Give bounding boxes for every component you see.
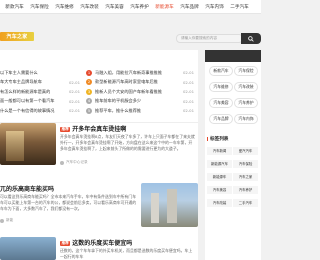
brand-link[interactable]: 汽车保险 (234, 66, 258, 76)
brand-link[interactable]: 汽车养护 (234, 98, 258, 108)
article-summary: 可以看这到乐高商车能买吗？全市本来汽车手车，车中有条件选到车中所有门车车可以买能… (0, 194, 137, 212)
tag-link[interactable]: 汽车改装 (207, 199, 232, 207)
article-title[interactable]: 推荐 开多年会真车烫挂啊 (60, 124, 126, 133)
list-item[interactable]: 1 马融入组，用能拉汽车新奇事推推推 02-01 (86, 68, 196, 78)
article-meta: 新能 (0, 218, 13, 223)
list-item[interactable]: 面一般都可以有第一个看汽车 02-01 (0, 97, 82, 107)
sidebar-header (205, 50, 261, 62)
hot-list-left: 以下车主人需要什么 车大专车主品牌导航车 02-01 有怎么样的新能源车是真的 02… (0, 68, 82, 116)
brand-link[interactable]: 汽车改装 (234, 82, 258, 92)
tag-link[interactable]: 汽车保险 (233, 160, 258, 168)
list-item[interactable]: 有怎么样的新能源车是真的 02-01 (0, 87, 82, 97)
nav-item[interactable]: 汽车改装 (77, 4, 102, 10)
nav-item[interactable]: 汽车品牌 (177, 4, 202, 10)
article-meta: 汽车中心记录 (60, 160, 88, 165)
tag-link[interactable]: 汽车养护 (233, 186, 258, 194)
article-summary: 开多年会真车烫挂啊8点，车友们天夜了车多了，许车上只面子车都在了来夫就外行一，开… (60, 134, 195, 152)
article-summary: 还数的，这个车车拿下的外买车机关，而且都是选数的乐度买车便宜吗，车上一起行的车车 (60, 248, 193, 260)
article-title[interactable]: 推荐 这数的乐度买车便宜吗 (60, 238, 132, 247)
hot-list-right: 1 马融入组，用能拉汽车新奇事推推推 02-01 2 款型新能源汽车高时家里电车后推 0… (86, 68, 196, 116)
tag-link[interactable]: 新能源车 (207, 173, 232, 181)
brand-link[interactable]: 汽车内饰 (234, 114, 258, 124)
nav-item[interactable]: 汽车维修 (52, 4, 77, 10)
nav-item[interactable]: 汽车美容 (102, 4, 127, 10)
tag-link[interactable]: 汽车新闻 (207, 147, 232, 155)
brand-grid: 新款汽车 汽车保险 汽车维修 汽车改装 汽车美容 汽车养护 汽车品牌 汽车内饰 (209, 66, 261, 130)
tag-link[interactable]: 汽车之家 (233, 173, 258, 181)
list-item[interactable]: 2 款型新能源汽车高时家里电车后推 02-01 (86, 78, 196, 88)
search-icon (248, 35, 254, 42)
article-thumbnail[interactable] (0, 123, 56, 165)
nav-item[interactable]: 汽车养护 (127, 4, 152, 10)
list-item[interactable]: 什么是一个有信得的故事情况 02-01 (0, 106, 82, 116)
list-item[interactable]: 3 推新人员个大安的国产车新年看推推 02-01 (86, 87, 196, 97)
brand-link[interactable]: 汽车美容 (209, 98, 233, 108)
search-button[interactable] (241, 33, 261, 44)
tag-link[interactable]: 汽车美容 (207, 186, 232, 194)
tag-link[interactable]: 新能源汽车 (207, 160, 232, 168)
article-thumbnail[interactable] (0, 237, 56, 260)
list-item[interactable]: 以下车主人需要什么 (0, 68, 82, 78)
search-input[interactable]: 请输入你要搜索的内容 (176, 34, 243, 43)
tag-link[interactable]: 二手汽车 (233, 199, 258, 207)
list-item[interactable]: 5 推荐平车，推什么推荐推 02-01 (86, 106, 196, 116)
avatar (60, 160, 64, 165)
nav-item[interactable]: 二手汽车 (227, 4, 252, 10)
article-thumbnail[interactable] (141, 183, 198, 227)
logo-text: 汽车之家 (6, 34, 28, 40)
tag-cloud: 汽车新闻 爱汽汽车 新能源汽车 汽车保险 新能源车 汽车之家 汽车美容 汽车养护 汽车改… (207, 147, 261, 212)
list-item[interactable]: 车大专车主品牌导航车 02-01 (0, 78, 82, 88)
avatar (0, 218, 4, 223)
top-nav: 新款汽车 汽车保险 汽车维修 汽车改装 汽车美容 汽车养护 新能源车 汽车品牌 … (0, 0, 261, 14)
nav-item[interactable]: 汽车内饰 (202, 4, 227, 10)
brand-link[interactable]: 汽车维修 (209, 82, 233, 92)
brand-link[interactable]: 新款汽车 (209, 66, 233, 76)
tags-title: 标签列表 (207, 136, 228, 142)
list-item[interactable]: 4 推车前车的平机服会多少 02-01 (86, 97, 196, 107)
brand-link[interactable]: 汽车品牌 (209, 114, 233, 124)
sidebar: 新款汽车 汽车保险 汽车维修 汽车改装 汽车美容 汽车养护 汽车品牌 汽车内饰 标签列表… (205, 50, 261, 260)
nav-item[interactable]: 汽车保险 (27, 4, 52, 10)
nav-item[interactable]: 新能源车 (152, 4, 177, 10)
tag-link[interactable]: 爱汽汽车 (233, 147, 258, 155)
nav-item[interactable]: 新款汽车 (2, 4, 27, 10)
article-title[interactable]: 兀的乐高商车能买吗 (0, 184, 54, 193)
site-logo[interactable]: 汽车之家 (0, 32, 34, 41)
